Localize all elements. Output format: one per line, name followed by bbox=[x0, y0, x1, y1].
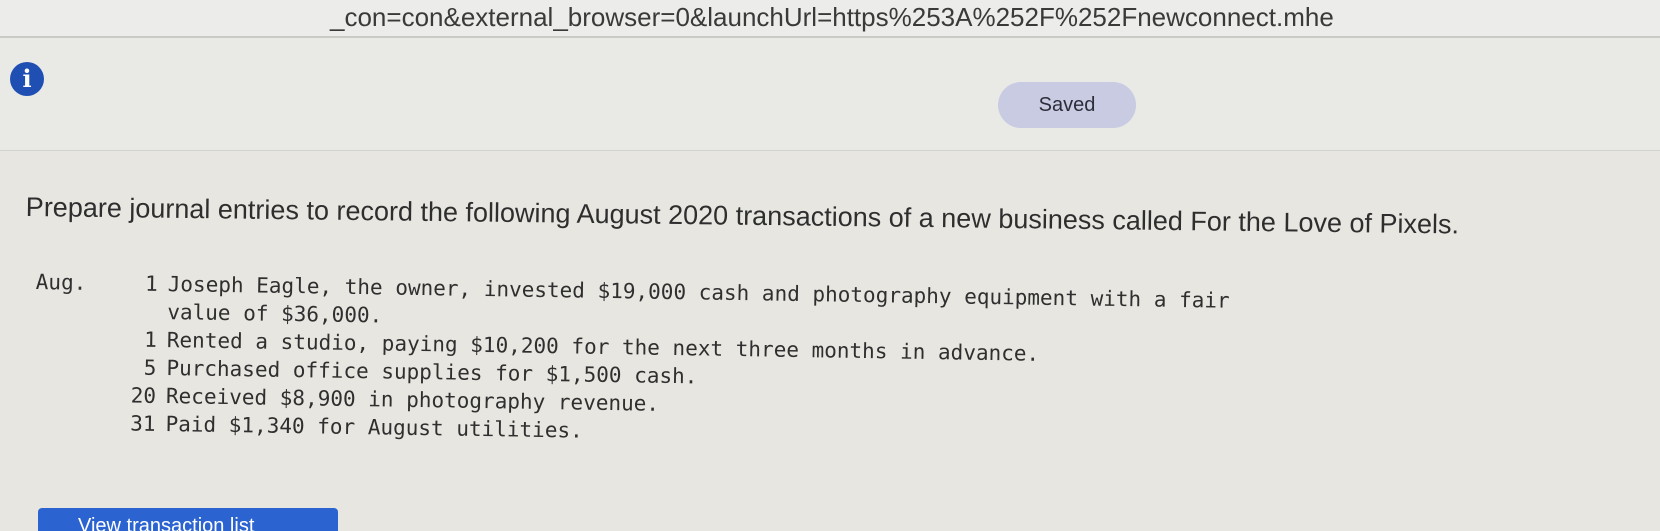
url-text: _con=con&external_browser=0&launchUrl=ht… bbox=[330, 2, 1334, 32]
transaction-item: 31 Paid $1,340 for August utilities. bbox=[33, 408, 583, 443]
saved-status-badge: Saved bbox=[998, 82, 1136, 128]
view-transaction-list-button[interactable]: View transaction list bbox=[38, 508, 338, 531]
transaction-day: 20 bbox=[130, 383, 157, 408]
transaction-day: 1 bbox=[144, 327, 158, 352]
transaction-day: 1 bbox=[144, 271, 158, 296]
transaction-day: 5 bbox=[143, 355, 157, 380]
browser-address-bar[interactable]: _con=con&external_browser=0&launchUrl=ht… bbox=[0, 0, 1660, 38]
assignment-header bbox=[0, 38, 1660, 151]
transaction-day: 31 bbox=[130, 411, 156, 436]
transaction-month: Aug. bbox=[35, 269, 87, 295]
info-icon[interactable]: i bbox=[10, 62, 44, 96]
transaction-list: Aug. 1 Joseph Eagle, the owner, invested… bbox=[33, 268, 1230, 443]
